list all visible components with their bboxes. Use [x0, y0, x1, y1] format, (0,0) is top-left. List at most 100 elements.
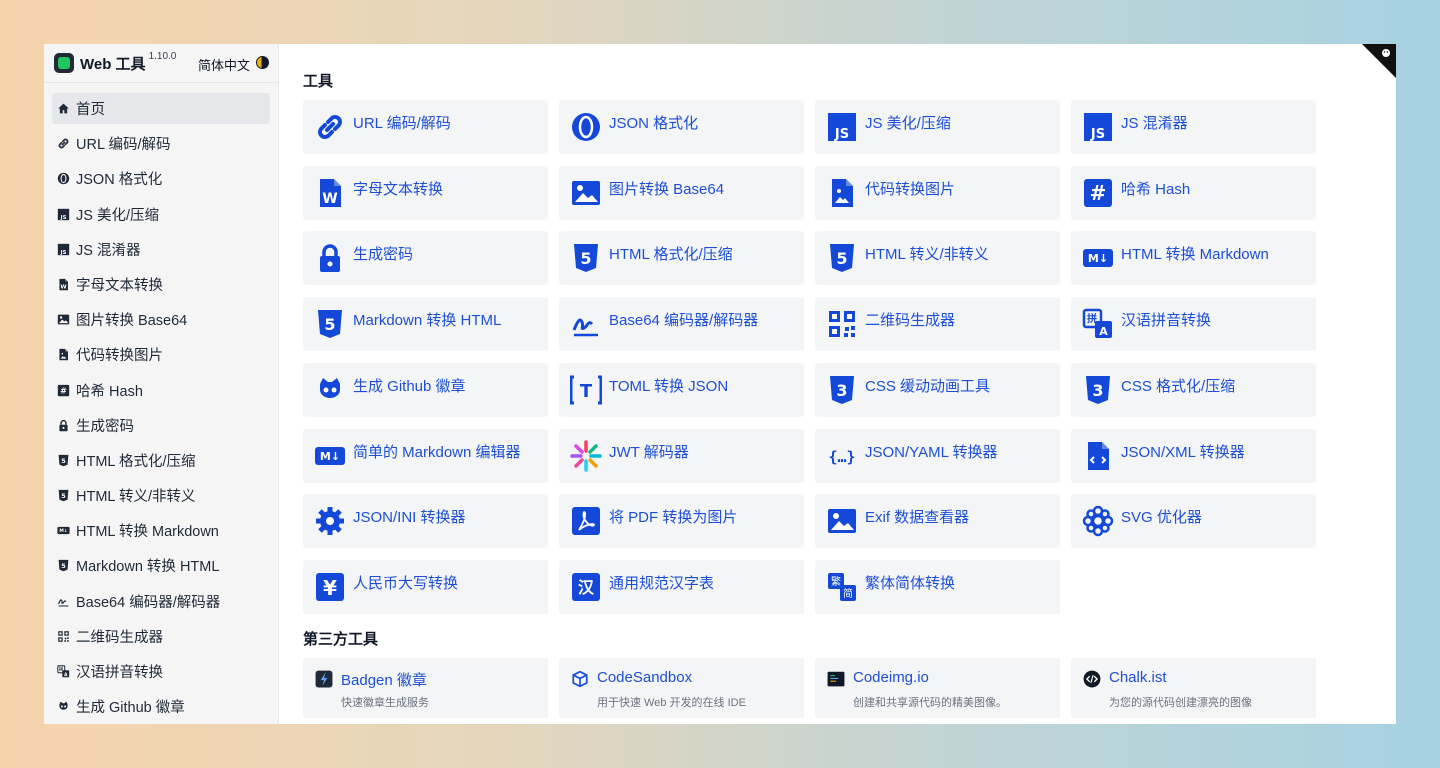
tool-card[interactable]: JS JS 混淆器	[1071, 100, 1316, 154]
tool-card-label: JS 美化/压缩	[865, 115, 951, 132]
sidebar-item-16[interactable]: 拼 A 汉语拼音转换	[52, 656, 270, 687]
svg-text:W: W	[60, 285, 67, 291]
sidebar-item-17[interactable]: 生成 Github 徽章	[52, 691, 270, 722]
svg-text:5: 5	[836, 249, 847, 268]
signature-icon	[57, 595, 70, 608]
tool-card[interactable]: 繁简繁体简体转换	[815, 559, 1060, 614]
sidebar-item-13[interactable]: 5 Markdown 转换 HTML	[52, 550, 270, 581]
svg-text:{…}: {…}	[828, 448, 855, 466]
sidebar-item-15[interactable]: 二维码生成器	[52, 621, 270, 652]
third-party-description: 为您的源代码创建漂亮的图像	[1109, 697, 1252, 709]
terminal-icon	[827, 670, 845, 688]
tool-card-label: SVG 优化器	[1121, 509, 1202, 527]
svg-text:M↓: M↓	[320, 450, 340, 463]
tool-card[interactable]: M↓ 简单的 Markdown 编辑器	[303, 428, 548, 483]
third-party-card[interactable]: Badgen 徽章 快速徽章生成服务	[303, 658, 548, 718]
tool-card[interactable]: SVG 优化器	[1071, 494, 1316, 549]
tool-card[interactable]: 汉通用规范汉字表	[559, 559, 804, 614]
sidebar-item-7[interactable]: 代码转换图片	[52, 339, 270, 370]
svg-text:T: T	[580, 381, 593, 402]
svg-text:5: 5	[61, 492, 66, 500]
third-party-card[interactable]: CodeSandbox 用于快速 Web 开发的在线 IDE	[559, 658, 804, 718]
tool-card-label: HTML 转义/非转义	[865, 246, 989, 264]
tool-card[interactable]: 生成 Github 徽章	[303, 362, 548, 417]
code-file-icon	[1082, 440, 1114, 472]
image-icon	[826, 505, 858, 537]
tool-card[interactable]: 生成密码	[303, 231, 548, 286]
tool-card[interactable]: 图片转换 Base64	[559, 165, 804, 220]
svg-text:W: W	[322, 191, 337, 207]
tool-card[interactable]: JWT 解码器	[559, 428, 804, 483]
yen-icon: ¥	[314, 571, 346, 603]
tool-card-label: 生成 Github 徽章	[353, 377, 466, 395]
tool-card[interactable]: 5 Markdown 转换 HTML	[303, 297, 548, 352]
tool-card[interactable]: # 哈希 Hash	[1071, 165, 1316, 220]
gear-icon	[314, 505, 346, 537]
tool-card[interactable]: 代码转换图片	[815, 165, 1060, 220]
sidebar-item-9[interactable]: 生成密码	[52, 410, 270, 441]
tool-card-label: Exif 数据查看器	[865, 509, 970, 527]
sidebar-item-5[interactable]: W 字母文本转换	[52, 269, 270, 300]
tool-card[interactable]: 二维码生成器	[815, 297, 1060, 352]
tool-card-label: HTML 转换 Markdown	[1121, 246, 1269, 264]
js-file-icon: JS	[826, 111, 858, 143]
tool-card[interactable]: 5 HTML 格式化/压缩	[559, 231, 804, 286]
signature-icon	[570, 308, 602, 340]
hanzi-icon: 汉	[570, 571, 602, 603]
tool-card[interactable]: Base64 编码器/解码器	[559, 297, 804, 352]
sidebar-item-3[interactable]: JS JS 美化/压缩	[52, 199, 270, 230]
tool-card[interactable]: Exif 数据查看器	[815, 494, 1060, 549]
app-logo-icon[interactable]	[54, 53, 74, 73]
third-party-card[interactable]: Codeimg.io 创建和共享源代码的精美图像。	[815, 658, 1060, 718]
sidebar-item-11[interactable]: 5 HTML 转义/非转义	[52, 480, 270, 511]
theme-toggle-icon[interactable]	[256, 56, 269, 69]
tool-card[interactable]: URL 编码/解码	[303, 100, 548, 154]
sidebar-item-0[interactable]: 首页	[52, 93, 270, 124]
tool-card[interactable]: 5 HTML 转义/非转义	[815, 231, 1060, 286]
sidebar-item-label: HTML 格式化/压缩	[76, 453, 196, 470]
css3-icon: 3	[1082, 374, 1114, 406]
sidebar-item-4[interactable]: JS JS 混淆器	[52, 234, 270, 265]
app-window: Web 工具 1.10.0 简体中文 首页 URL 编码/解码 JSON 格式化 JS…	[44, 44, 1396, 724]
tool-card-label: HTML 格式化/压缩	[609, 246, 733, 264]
sidebar-item-10[interactable]: 5 HTML 格式化/压缩	[52, 445, 270, 476]
tool-card-label: JSON/YAML 转换器	[865, 443, 998, 461]
github-corner-icon[interactable]	[1380, 47, 1392, 59]
tool-card[interactable]: 3 CSS 缓动动画工具	[815, 362, 1060, 417]
markdown-icon: M↓	[57, 524, 70, 537]
tool-card[interactable]: 将 PDF 转换为图片	[559, 494, 804, 549]
sidebar-item-2[interactable]: JSON 格式化	[52, 163, 270, 194]
third-party-card[interactable]: Chalk.ist 为您的源代码创建漂亮的图像	[1071, 658, 1316, 718]
tool-card[interactable]: JSON/INI 转换器	[303, 494, 548, 549]
html5-icon: 5	[570, 242, 602, 274]
tool-card[interactable]: JS JS 美化/压缩	[815, 100, 1060, 154]
sidebar-item-label: Markdown 转换 HTML	[76, 559, 220, 576]
sidebar-item-8[interactable]: # 哈希 Hash	[52, 375, 270, 406]
word-file-icon: W	[57, 278, 70, 291]
sidebar-item-14[interactable]: Base64 编码器/解码器	[52, 586, 270, 617]
hash-icon: #	[1082, 177, 1114, 209]
app-title[interactable]: Web 工具	[80, 53, 146, 74]
tool-card[interactable]: JSON/XML 转换器	[1071, 428, 1316, 483]
sidebar-item-12[interactable]: M↓ HTML 转换 Markdown	[52, 515, 270, 546]
tool-card[interactable]: ¥ 人民币大写转换	[303, 559, 548, 614]
svg-text:3: 3	[836, 381, 847, 400]
tool-card[interactable]: T TOML 转换 JSON	[559, 362, 804, 417]
main-content: 工具 URL 编码/解码 JSON 格式化 JS JS 美化/压缩 JS JS 混淆器 W 字…	[303, 44, 1396, 724]
sidebar-item-1[interactable]: URL 编码/解码	[52, 128, 270, 159]
language-selector[interactable]: 简体中文	[198, 55, 250, 74]
sidebar-item-6[interactable]: 图片转换 Base64	[52, 304, 270, 335]
tool-card[interactable]: JSON 格式化	[559, 100, 804, 154]
sidebar-item-label: JS 混淆器	[76, 242, 141, 259]
tool-card[interactable]: 拼 A 汉语拼音转换	[1071, 297, 1316, 352]
svg-text:繁: 繁	[831, 575, 841, 588]
tool-card[interactable]: W 字母文本转换	[303, 165, 548, 220]
tool-card-label: JS 混淆器	[1121, 115, 1188, 132]
tool-card-label: CSS 格式化/压缩	[1121, 377, 1236, 395]
third-party-name: Chalk.ist	[1109, 669, 1167, 686]
tool-card[interactable]: {…} JSON/YAML 转换器	[815, 428, 1060, 483]
svg-text:M↓: M↓	[1088, 252, 1108, 265]
tool-card[interactable]: M↓ HTML 转换 Markdown	[1071, 231, 1316, 286]
tool-card[interactable]: 3 CSS 格式化/压缩	[1071, 362, 1316, 417]
image-file-icon	[826, 177, 858, 209]
